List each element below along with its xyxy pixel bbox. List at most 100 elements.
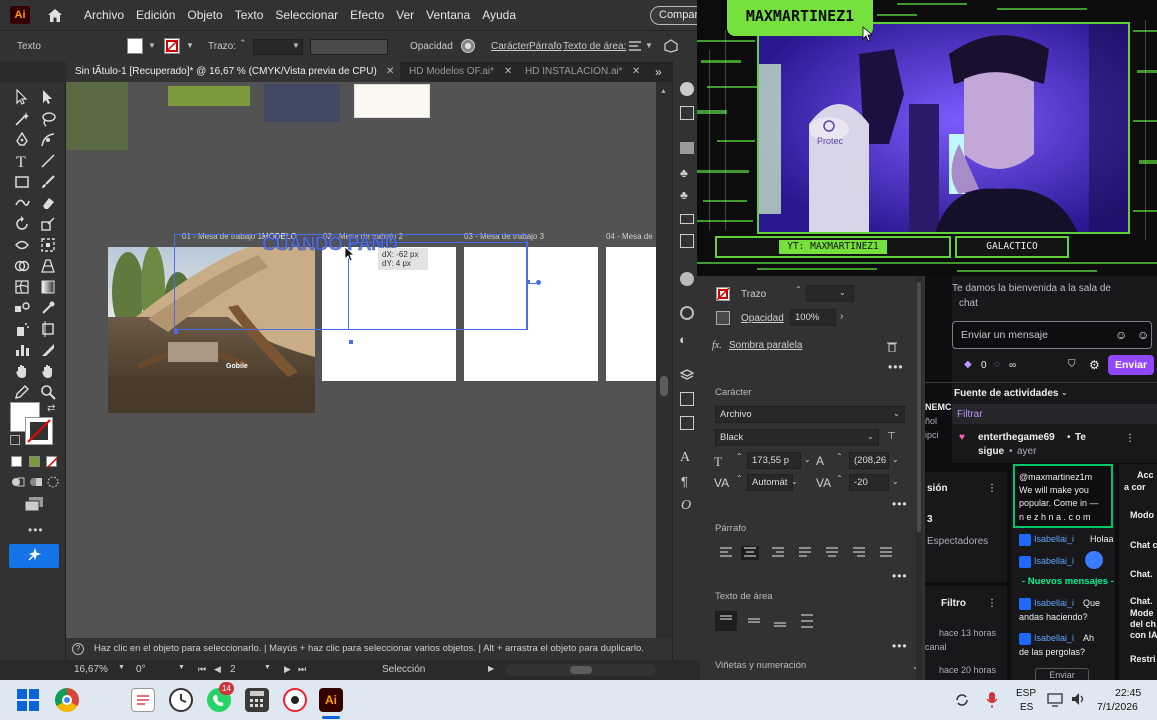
obs-icon[interactable] [283, 688, 307, 712]
gear-icon[interactable]: ⚙ [1089, 358, 1100, 372]
layers-panel-icon[interactable] [680, 369, 694, 381]
text-threading-port[interactable] [536, 280, 541, 285]
color-panel-icon[interactable] [680, 82, 694, 96]
menu-ver[interactable]: Ver [390, 8, 420, 22]
chrome-icon[interactable] [55, 688, 79, 712]
scroll-up-icon[interactable]: ▲ [660, 88, 667, 95]
scale-tool-icon[interactable] [40, 216, 56, 232]
lasso-icon[interactable] [40, 111, 56, 127]
line-tool-icon[interactable] [40, 153, 56, 169]
filter-mini-label[interactable]: Filtro [941, 598, 966, 609]
menu-edicion[interactable]: Edición [130, 8, 181, 22]
stepper-icon[interactable]: ⌃ [836, 474, 843, 483]
emoji-icon[interactable]: ☺ [1137, 328, 1149, 342]
stepper-icon[interactable]: ⌃ [736, 452, 743, 461]
clock-app-icon[interactable] [169, 688, 193, 712]
opacity-label[interactable]: Opacidad [741, 313, 784, 324]
chevron-down-icon[interactable]: ⌄ [791, 477, 798, 486]
stepper-icon[interactable]: ⌃ [736, 474, 743, 483]
prev-artboard-icon[interactable]: ◀ [214, 664, 221, 675]
kebab-menu-icon[interactable]: ⋮ [987, 483, 997, 494]
font-family-dropdown[interactable]: Archivo [715, 406, 905, 423]
stepper-icon[interactable]: ⌃ [239, 38, 247, 49]
chevron-down-icon[interactable]: ⌄ [893, 409, 900, 418]
first-artboard-icon[interactable]: ⏮ [198, 664, 206, 675]
menu-objeto[interactable]: Objeto [181, 8, 228, 22]
calculator-icon[interactable] [245, 688, 269, 712]
chevron-down-icon[interactable]: ▼ [292, 41, 300, 50]
font-size-field[interactable]: 173,55 p [747, 452, 801, 469]
free-transform-icon[interactable] [40, 237, 56, 253]
edit-toolbar-more-icon[interactable]: ••• [28, 523, 44, 537]
shaper-tool-icon[interactable] [14, 195, 30, 211]
follow-user[interactable]: enterthegame69 [978, 432, 1055, 443]
chevron-down-icon[interactable]: ⌄ [892, 455, 899, 464]
hand-tool-icon[interactable] [14, 363, 30, 379]
chevron-down-icon[interactable]: ▼ [186, 41, 194, 50]
chat-username[interactable]: Isabellai_i [1034, 534, 1074, 544]
windows-start-icon[interactable] [17, 689, 39, 711]
clock-date[interactable]: 7/1/2026 [1097, 701, 1138, 713]
canvas[interactable]: 01 - Mesa de trabajo 1 MODELO 02 - Mesa … [66, 82, 656, 638]
next-artboard-icon[interactable]: ▶ [284, 664, 291, 675]
type-tool-icon[interactable]: T [14, 153, 30, 169]
sync-icon[interactable] [954, 692, 970, 708]
network-icon[interactable] [1047, 693, 1063, 707]
chevron-right-icon[interactable]: › [840, 311, 843, 322]
drop-shadow-effect[interactable]: Sombra paralela [729, 340, 802, 351]
slice-tool-icon[interactable] [40, 342, 56, 358]
transform-icon[interactable] [664, 39, 678, 53]
tab-hd-instalacion[interactable]: HD INSTALACION.ai* ✕ [516, 62, 644, 82]
chevron-down-icon[interactable]: ⌄ [1061, 388, 1068, 397]
selection-handle[interactable] [349, 340, 353, 344]
stroke-swatch-icon[interactable] [716, 287, 730, 301]
curvature-tool-icon[interactable] [40, 132, 56, 148]
rotate-tool-icon[interactable] [14, 216, 30, 232]
volume-icon[interactable] [1071, 692, 1087, 706]
illustrator-taskbar-icon[interactable]: Ai [319, 688, 343, 712]
asset-export-icon[interactable] [680, 416, 694, 430]
tab-hd-modelos[interactable]: HD Modelos OF.ai* ✕ [400, 62, 516, 82]
graphic-styles-icon[interactable]: ♣ [680, 188, 688, 202]
chat-username[interactable]: Isabellai_i [1034, 633, 1074, 643]
transparency-panel-icon[interactable] [680, 306, 694, 320]
microphone-icon[interactable] [986, 691, 998, 709]
chat-username[interactable]: Isabellai_i [1034, 598, 1074, 608]
chevron-down-icon[interactable]: ▼ [178, 664, 185, 671]
channel-points-icon[interactable]: ◆ [964, 359, 972, 370]
chevron-down-icon[interactable]: ⌄ [867, 432, 874, 441]
width-tool-icon[interactable] [14, 237, 30, 253]
color-tile-cream[interactable] [354, 84, 430, 118]
selection-handle[interactable] [174, 330, 178, 334]
more-options-icon[interactable]: ••• [892, 569, 908, 583]
color-tile-navy[interactable] [264, 84, 340, 122]
scrollbar-thumb[interactable] [570, 666, 592, 674]
perspective-grid-icon[interactable] [40, 258, 56, 274]
stepper-icon[interactable]: ⌃ [836, 452, 843, 461]
zoom-value[interactable]: 16,67% [74, 664, 108, 675]
trash-icon[interactable] [887, 341, 897, 352]
horizontal-scrollbar[interactable] [506, 664, 656, 676]
menu-efecto[interactable]: Efecto [344, 8, 390, 22]
scrollbar-thumb[interactable] [660, 376, 668, 396]
swatches-panel-icon[interactable] [680, 106, 694, 120]
stroke-color-swatch[interactable] [25, 417, 53, 445]
close-icon[interactable]: ✕ [632, 62, 640, 82]
home-icon[interactable] [46, 7, 64, 23]
artboard-4[interactable] [606, 247, 656, 381]
align-left-icon[interactable] [628, 40, 642, 52]
shape-builder-icon[interactable] [14, 258, 30, 274]
chevron-down-icon[interactable]: ▼ [148, 41, 156, 50]
character-link[interactable]: Carácter [491, 41, 529, 52]
clock-time[interactable]: 22:45 [1115, 687, 1141, 699]
font-style-dropdown[interactable]: Black [715, 429, 879, 446]
menu-ventana[interactable]: Ventana [420, 8, 476, 22]
whatsapp-icon[interactable]: 14 [207, 682, 234, 712]
close-icon[interactable]: ✕ [386, 62, 394, 82]
selection-tool-icon[interactable] [14, 89, 30, 105]
chat-username[interactable]: Isabellai_i [1034, 556, 1074, 566]
layers-mini-icon[interactable] [680, 214, 694, 224]
opacity-label[interactable]: Opacidad [410, 41, 453, 52]
chevron-down-icon[interactable]: ⌄ [892, 477, 899, 486]
variable-width-dropdown[interactable] [310, 39, 388, 55]
